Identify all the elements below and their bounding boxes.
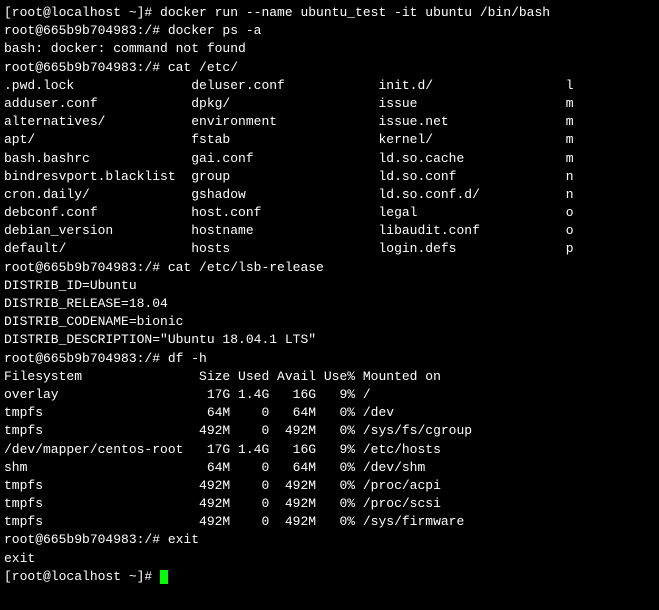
terminal-line: bash.bashrc gai.conf ld.so.cache m <box>4 150 655 168</box>
shell-prompt: [root@localhost ~]# <box>4 569 160 584</box>
terminal-line: tmpfs 492M 0 492M 0% /sys/firmware <box>4 513 655 531</box>
terminal-output[interactable]: [root@localhost ~]# docker run --name ub… <box>4 4 655 586</box>
terminal-line: .pwd.lock deluser.conf init.d/ l <box>4 77 655 95</box>
terminal-line: root@665b9b704983:/# cat /etc/lsb-releas… <box>4 259 655 277</box>
terminal-line: DISTRIB_ID=Ubuntu <box>4 277 655 295</box>
terminal-line: default/ hosts login.defs p <box>4 240 655 258</box>
terminal-line: tmpfs 492M 0 492M 0% /sys/fs/cgroup <box>4 422 655 440</box>
terminal-line: overlay 17G 1.4G 16G 9% / <box>4 386 655 404</box>
terminal-line: tmpfs 492M 0 492M 0% /proc/acpi <box>4 477 655 495</box>
terminal-line: tmpfs 492M 0 492M 0% /proc/scsi <box>4 495 655 513</box>
terminal-line: DISTRIB_DESCRIPTION="Ubuntu 18.04.1 LTS" <box>4 331 655 349</box>
terminal-line: /dev/mapper/centos-root 17G 1.4G 16G 9% … <box>4 441 655 459</box>
terminal-line: bash: docker: command not found <box>4 40 655 58</box>
terminal-line: DISTRIB_CODENAME=bionic <box>4 313 655 331</box>
terminal-line: shm 64M 0 64M 0% /dev/shm <box>4 459 655 477</box>
terminal-line: root@665b9b704983:/# cat /etc/ <box>4 59 655 77</box>
terminal-line: exit <box>4 550 655 568</box>
terminal-line: root@665b9b704983:/# docker ps -a <box>4 22 655 40</box>
terminal-line: DISTRIB_RELEASE=18.04 <box>4 295 655 313</box>
terminal-line: Filesystem Size Used Avail Use% Mounted … <box>4 368 655 386</box>
terminal-line: bindresvport.blacklist group ld.so.conf … <box>4 168 655 186</box>
terminal-line: tmpfs 64M 0 64M 0% /dev <box>4 404 655 422</box>
command-input-line[interactable]: [root@localhost ~]# <box>4 568 655 586</box>
terminal-line: root@665b9b704983:/# exit <box>4 531 655 549</box>
terminal-line: root@665b9b704983:/# df -h <box>4 350 655 368</box>
terminal-line: [root@localhost ~]# docker run --name ub… <box>4 4 655 22</box>
terminal-line: debconf.conf host.conf legal o <box>4 204 655 222</box>
terminal-line: alternatives/ environment issue.net m <box>4 113 655 131</box>
terminal-line: adduser.conf dpkg/ issue m <box>4 95 655 113</box>
terminal-line: apt/ fstab kernel/ m <box>4 131 655 149</box>
terminal-line: cron.daily/ gshadow ld.so.conf.d/ n <box>4 186 655 204</box>
cursor <box>160 570 168 584</box>
terminal-line: debian_version hostname libaudit.conf o <box>4 222 655 240</box>
